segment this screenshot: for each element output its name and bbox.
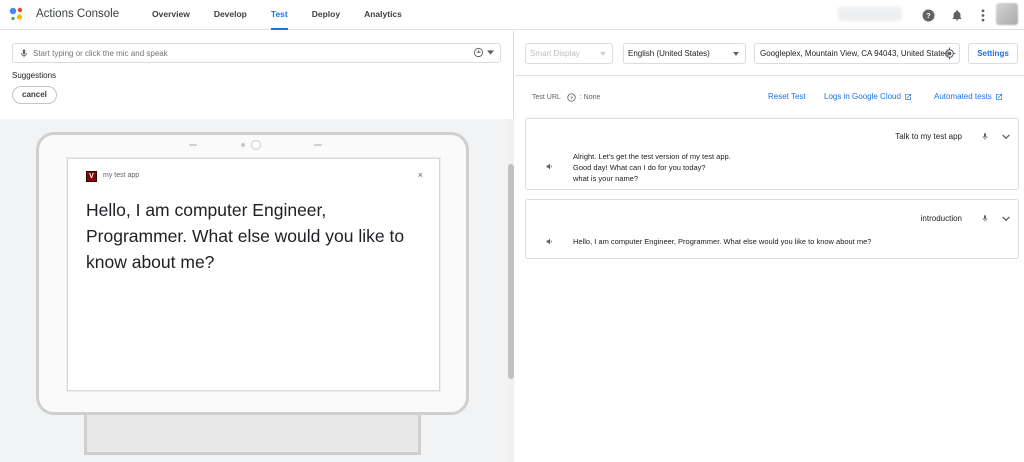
svg-text:?: ? [570,95,573,101]
card-response: Hello, I am computer Engineer, Programme… [573,236,871,247]
response-line: Alright. Let's get the test version of m… [573,152,731,161]
expand-more-icon[interactable] [1002,216,1010,222]
reset-test-label: Reset Test [768,92,806,101]
svg-text:?: ? [926,11,931,20]
device-sensor [314,144,322,146]
surface-select-value: Smart Display [530,49,580,58]
simulator-scrollbar[interactable] [508,119,514,462]
open-in-new-icon [904,93,911,100]
close-icon[interactable]: × [418,170,423,180]
dropdown-caret-icon [487,50,494,55]
chevron-down-icon [733,52,739,56]
tab-analytics[interactable]: Analytics [352,0,414,30]
scrollbar-thumb[interactable] [508,164,514,379]
location-value: Googleplex, Mountain View, CA 94043, Uni… [760,49,949,58]
response-line: Hello, I am computer Engineer, Programme… [573,237,872,246]
top-bar: Actions Console Overview Develop Test De… [0,0,1024,30]
test-url-value: : None [579,94,601,101]
settings-button[interactable]: Settings [968,43,1018,64]
device-camera-dot [241,143,245,147]
card-response: Alright. Let's get the test version of m… [573,151,731,184]
card-user-query: Talk to my test app [895,132,962,141]
tab-overview[interactable]: Overview [140,0,202,30]
app-title: Actions Console [36,8,120,20]
tab-develop[interactable]: Develop [202,0,259,30]
logs-link[interactable]: Logs in Google Cloud [824,92,912,101]
actions-logo-icon [9,7,23,21]
project-name-redacted [838,7,902,21]
suggestions-title: Suggestions [12,71,57,80]
tab-test[interactable]: Test [259,0,300,30]
conversation-card: Talk to my test app Alright. Let's get t… [525,118,1019,190]
response-line: Good day! What can I do for you today? [573,163,706,172]
query-input[interactable] [33,46,473,60]
device-frame: V my test app × Hello, I am computer Eng… [36,132,469,415]
suggestion-chip-cancel[interactable]: cancel [12,86,57,104]
simulator-panel: Suggestions cancel V my test app × Hello… [0,31,514,462]
device-camera-ring [251,140,261,150]
language-select-value: English (United States) [628,49,710,58]
card-user-query: introduction [920,214,962,223]
speaker-icon[interactable] [545,162,555,171]
logs-label: Logs in Google Cloud [824,92,901,101]
device-screen: V my test app × Hello, I am computer Eng… [67,158,440,391]
mic-icon[interactable] [19,47,29,60]
display-app-name: my test app [103,172,140,179]
main-nav: Overview Develop Test Deploy Analytics [140,0,414,30]
notifications-icon[interactable] [949,7,965,23]
account-avatar[interactable] [996,3,1018,25]
speaker-icon[interactable] [545,237,555,246]
tab-deploy[interactable]: Deploy [300,0,352,30]
more-vert-icon[interactable] [975,7,991,23]
chevron-down-icon [600,52,606,56]
mic-icon [982,215,988,222]
expand-more-icon[interactable] [1002,134,1010,140]
mic-icon [982,133,988,140]
help-icon[interactable]: ? [920,7,936,23]
automated-tests-label: Automated tests [934,92,992,101]
surface-select[interactable]: Smart Display [525,43,613,64]
conversation-card: introduction Hello, I am computer Engine… [525,199,1019,259]
language-select[interactable]: English (United States) [623,43,746,64]
query-input-box [12,43,501,63]
smart-display-simulator: V my test app × Hello, I am computer Eng… [0,119,508,462]
audio-settings-icon[interactable] [473,47,484,58]
test-url-label: Test URL [532,94,561,101]
display-response-text: Hello, I am computer Engineer, Programme… [86,200,405,272]
location-field[interactable]: Googleplex, Mountain View, CA 94043, Uni… [754,43,960,64]
test-url: Test URL ? : None [532,93,600,102]
device-sensor [189,144,197,146]
automated-tests-link[interactable]: Automated tests [934,92,1003,101]
open-in-new-icon [995,93,1002,100]
app-logo-icon: V [86,171,97,182]
help-outline-icon[interactable]: ? [567,93,576,102]
reset-test-link[interactable]: Reset Test [768,92,806,101]
divider [515,75,1024,76]
device-stand [84,415,421,455]
input-options[interactable] [473,47,494,58]
my-location-icon[interactable] [943,47,956,60]
response-line: what is your name? [573,174,639,183]
test-log-panel: Smart Display English (United States) Go… [515,31,1024,462]
